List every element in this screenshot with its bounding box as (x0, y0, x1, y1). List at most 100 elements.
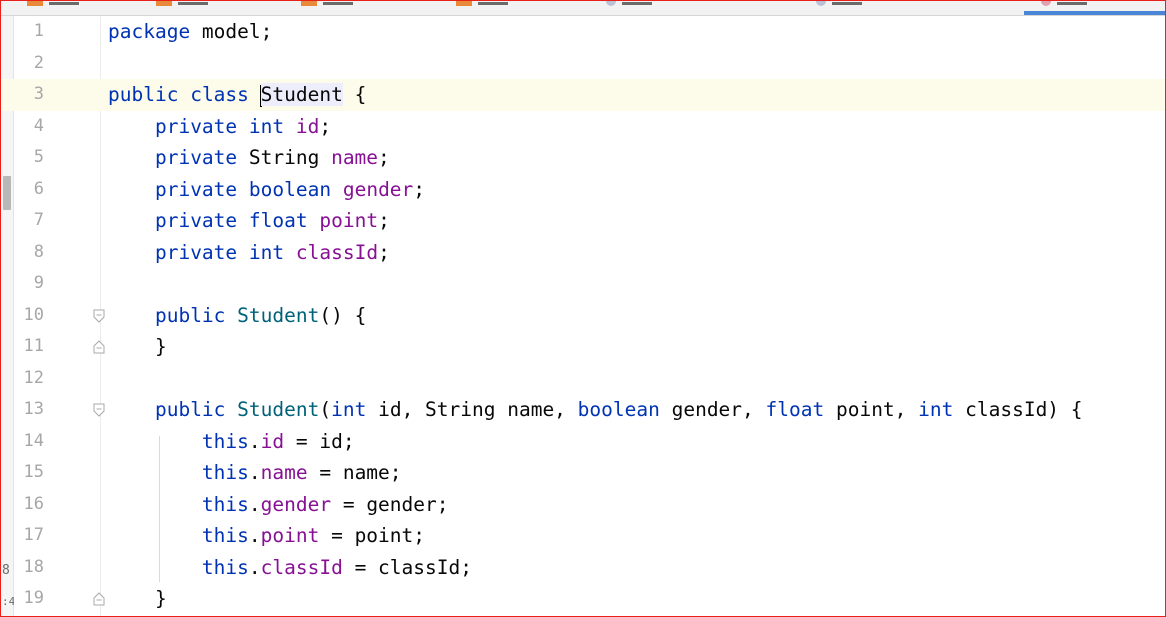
code-text[interactable]: private int id; (108, 111, 331, 143)
java-class-icon (816, 1, 826, 6)
code-line[interactable]: 2 (1, 48, 1165, 80)
fold-end-icon[interactable] (93, 340, 105, 354)
keyword-token: public (154, 398, 226, 421)
code-token: gender, (659, 398, 766, 421)
editor-tab-6[interactable] (816, 1, 862, 7)
code-token: classId) { (953, 398, 1083, 421)
code-line[interactable]: 19 } (1, 583, 1165, 615)
code-text[interactable]: public class Student { (108, 79, 366, 111)
code-token: point, (824, 398, 919, 421)
class-name-token: Student (260, 83, 343, 106)
keyword-token: public (108, 83, 179, 106)
line-number: 13 (23, 399, 44, 419)
code-token: ; (378, 146, 390, 169)
keyword-token: boolean (248, 177, 332, 201)
code-text[interactable]: this.id = id; (108, 426, 355, 458)
code-token: ( (319, 398, 332, 421)
code-line[interactable]: 17 this.point = point; (1, 520, 1165, 552)
code-line[interactable]: 4 private int id; (1, 111, 1165, 143)
field-token: classId (260, 555, 343, 579)
active-tab-indicator (1024, 11, 1165, 15)
tab-label (832, 2, 862, 5)
code-token: } (108, 335, 167, 358)
keyword-token: class (190, 83, 249, 106)
line-number: 16 (23, 493, 44, 514)
keyword-token: int (248, 240, 285, 264)
jsp-file-icon (301, 1, 317, 6)
field-token: point (319, 209, 379, 232)
code-line[interactable]: 6 private boolean gender; (1, 174, 1165, 206)
tab-label (622, 2, 652, 5)
code-line[interactable]: 11 } (1, 331, 1165, 363)
editor-tab-5[interactable] (606, 1, 652, 7)
code-text[interactable]: this.name = name; (108, 457, 402, 489)
code-line[interactable]: 3 public class Student { (1, 79, 1165, 111)
keyword-token: boolean (577, 398, 660, 421)
code-text[interactable]: private String name; (108, 142, 390, 174)
code-line[interactable]: 7 private float point; (1, 205, 1165, 237)
code-text[interactable]: private boolean gender; (108, 174, 425, 206)
code-line[interactable]: 15 this.name = name; (1, 457, 1165, 489)
line-number: 5 (33, 147, 44, 167)
editor-tab-3[interactable] (301, 1, 353, 7)
keyword-token: int (918, 398, 954, 421)
field-token: name (260, 461, 308, 484)
fold-end-icon[interactable] (93, 592, 105, 606)
code-text[interactable]: private int classId; (108, 237, 390, 269)
code-line[interactable]: 1 package model; (1, 16, 1165, 48)
keyword-token: int (248, 114, 285, 138)
tab-label (323, 2, 353, 5)
line-number: 18 (23, 556, 44, 577)
code-text[interactable]: package model; (108, 16, 272, 48)
tab-label (49, 2, 79, 5)
keyword-token: private (154, 177, 238, 201)
code-line[interactable]: 9 (1, 268, 1165, 300)
code-text[interactable]: public Student() { (108, 300, 366, 332)
editor-tab-2[interactable] (156, 1, 208, 7)
code-line[interactable]: 8 private int classId; (1, 237, 1165, 269)
tab-label (1057, 2, 1087, 5)
code-line[interactable]: 13 public Student(int id, String name, b… (1, 394, 1165, 426)
code-token: . (248, 555, 261, 579)
code-text[interactable]: } (108, 331, 167, 363)
code-text[interactable]: } (108, 583, 167, 615)
code-line[interactable]: 18 this.classId = classId; (1, 552, 1165, 584)
code-token: = name; (307, 461, 402, 484)
code-text[interactable]: this.point = point; (108, 520, 425, 552)
code-line[interactable]: 5 private String name; (1, 142, 1165, 174)
editor-tab-active[interactable] (1041, 1, 1087, 7)
line-number: 2 (33, 52, 44, 73)
indent-guide (159, 436, 160, 582)
code-text[interactable]: private float point; (108, 205, 390, 237)
line-number: 15 (23, 462, 44, 482)
code-text[interactable]: public Student(int id, String name, bool… (108, 394, 1083, 426)
keyword-token: this (201, 429, 249, 453)
code-editor[interactable]: 1 package model; 2 3 public class Student {4… (1, 16, 1165, 615)
code-token: () { (319, 303, 367, 327)
java-class-icon (1041, 1, 1051, 6)
keyword-token: float (765, 398, 825, 421)
code-line[interactable]: 16 this.gender = gender; (1, 489, 1165, 521)
field-token: gender (342, 177, 414, 201)
line-number: 10 (23, 304, 44, 325)
tab-label (478, 2, 508, 5)
fold-collapse-icon[interactable] (93, 403, 105, 417)
code-line[interactable]: 14 this.id = id; (1, 426, 1165, 458)
editor-tab-4[interactable] (456, 1, 508, 7)
jsp-file-icon (27, 1, 43, 6)
code-line[interactable]: 10 public Student() { (1, 300, 1165, 332)
code-token: { (342, 83, 367, 106)
code-line[interactable]: 12 (1, 363, 1165, 395)
fold-collapse-icon[interactable] (93, 309, 105, 323)
code-token: ; (378, 240, 390, 264)
editor-tab-1[interactable] (27, 1, 79, 7)
line-number: 7 (33, 210, 44, 230)
code-text[interactable]: this.classId = classId; (108, 552, 472, 584)
